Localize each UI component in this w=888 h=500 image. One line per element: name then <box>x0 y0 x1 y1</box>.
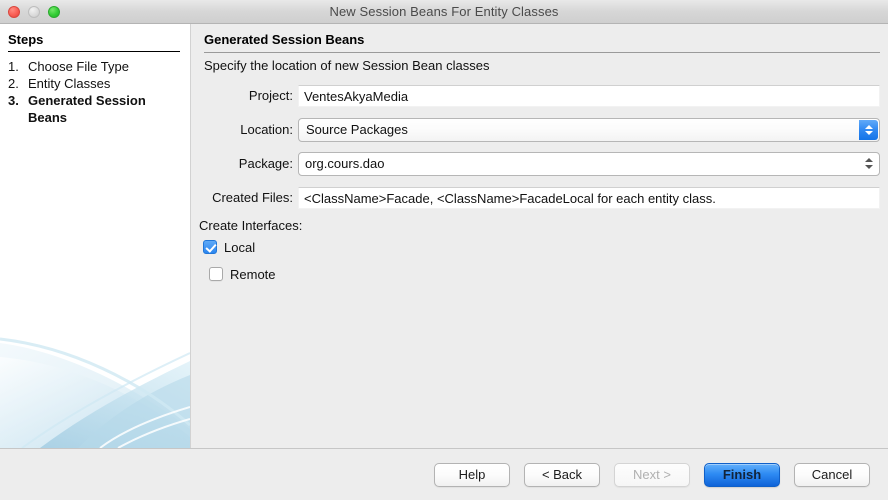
chevron-down-icon <box>864 130 873 135</box>
project-field: VentesAkyaMedia <box>298 84 880 107</box>
location-stepper-icon[interactable] <box>859 119 878 140</box>
panel-title-divider <box>204 52 880 53</box>
created-files-field: <ClassName>Facade, <ClassName>FacadeLoca… <box>298 186 880 209</box>
panel-subtitle: Specify the location of new Session Bean… <box>204 58 490 73</box>
panel-title: Generated Session Beans <box>204 32 365 47</box>
next-button: Next > <box>614 462 690 487</box>
step-item-2: 2. Entity Classes <box>8 75 186 92</box>
checkbox-unchecked-icon[interactable] <box>209 267 223 281</box>
title-bar: New Session Beans For Entity Classes <box>0 0 888 24</box>
decorative-swoosh-graphic <box>0 337 190 448</box>
checkbox-remote[interactable]: Remote <box>209 263 888 285</box>
steps-list: 1. Choose File Type 2. Entity Classes 3.… <box>8 58 186 126</box>
location-combobox[interactable]: Source Packages <box>298 117 880 142</box>
project-row: Project: VentesAkyaMedia <box>191 82 888 109</box>
zoom-button-icon[interactable] <box>48 5 60 18</box>
close-button-icon[interactable] <box>8 5 20 18</box>
chevron-up-icon <box>865 158 873 162</box>
package-combobox[interactable]: org.cours.dao <box>298 151 880 176</box>
package-value[interactable]: org.cours.dao <box>305 156 879 171</box>
minimize-button-icon[interactable] <box>28 5 40 18</box>
step-label: Generated Session Beans <box>28 93 146 125</box>
created-files-field-wrap: <ClassName>Facade, <ClassName>FacadeLoca… <box>298 186 880 209</box>
step-number: 2. <box>8 76 19 91</box>
checkbox-remote-label: Remote <box>230 266 276 282</box>
checkbox-local-label: Local <box>224 239 256 255</box>
window-controls <box>8 5 60 18</box>
chevron-down-icon <box>865 165 873 169</box>
created-files-row: Created Files: <ClassName>Facade, <Class… <box>191 184 888 211</box>
created-files-label: Created Files: <box>212 190 293 205</box>
help-button[interactable]: Help <box>434 462 510 487</box>
project-field-wrap: VentesAkyaMedia <box>298 84 880 107</box>
steps-heading: Steps <box>8 32 44 47</box>
window-title: New Session Beans For Entity Classes <box>329 4 559 19</box>
location-label: Location: <box>240 122 293 137</box>
step-label: Entity Classes <box>28 76 111 91</box>
steps-heading-divider <box>8 51 180 52</box>
step-label: Choose File Type <box>28 59 129 74</box>
step-item-1: 1. Choose File Type <box>8 58 186 75</box>
footer-button-bar: Help < Back Next > Finish Cancel <box>0 448 888 500</box>
project-label: Project: <box>248 88 293 103</box>
back-button[interactable]: < Back <box>524 462 600 487</box>
location-field-wrap: Source Packages <box>298 117 880 142</box>
form-area: Project: VentesAkyaMedia Location: Sourc… <box>191 82 888 285</box>
dialog-body: Steps 1. Choose File Type 2. Entity Clas… <box>0 24 888 448</box>
cancel-button[interactable]: Cancel <box>794 462 870 487</box>
finish-button[interactable]: Finish <box>704 462 780 487</box>
step-item-3: 3. Generated Session Beans <box>8 92 186 126</box>
create-interfaces-label: Create Interfaces: <box>199 218 303 233</box>
package-label: Package: <box>238 156 293 171</box>
checkbox-checked-icon[interactable] <box>203 240 217 254</box>
main-panel: Generated Session Beans Specify the loca… <box>191 24 888 448</box>
chevron-up-icon <box>864 124 873 129</box>
step-number: 1. <box>8 59 19 74</box>
location-value: Source Packages <box>306 122 408 137</box>
step-number: 3. <box>8 93 19 108</box>
wizard-window: New Session Beans For Entity Classes Ste… <box>0 0 888 500</box>
location-row: Location: Source Packages <box>191 116 888 143</box>
package-field-wrap: org.cours.dao <box>298 151 880 176</box>
package-row: Package: org.cours.dao <box>191 150 888 177</box>
package-stepper-icon[interactable] <box>861 155 877 173</box>
steps-sidebar: Steps 1. Choose File Type 2. Entity Clas… <box>0 24 191 448</box>
checkbox-local[interactable]: Local <box>203 236 888 258</box>
